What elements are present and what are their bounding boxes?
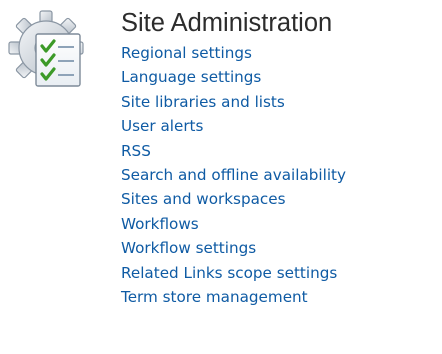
list-item: User alerts xyxy=(121,114,442,138)
language-settings-link[interactable]: Language settings xyxy=(121,68,261,86)
term-store-management-link[interactable]: Term store management xyxy=(121,288,308,306)
list-item: Term store management xyxy=(121,285,442,309)
section-title: Site Administration xyxy=(121,9,333,37)
site-administration-section: Site Administration Regional settings La… xyxy=(0,0,442,354)
rss-link[interactable]: RSS xyxy=(121,142,151,160)
admin-links-list: Regional settings Language settings Site… xyxy=(121,41,442,309)
search-and-offline-availability-link[interactable]: Search and offline availability xyxy=(121,166,346,184)
list-item: RSS xyxy=(121,139,442,163)
list-item: Workflow settings xyxy=(121,236,442,260)
list-item: Language settings xyxy=(121,65,442,89)
list-item: Workflows xyxy=(121,212,442,236)
user-alerts-link[interactable]: User alerts xyxy=(121,117,203,135)
related-links-scope-settings-link[interactable]: Related Links scope settings xyxy=(121,264,337,282)
list-item: Sites and workspaces xyxy=(121,187,442,211)
regional-settings-link[interactable]: Regional settings xyxy=(121,44,252,62)
gear-checklist-icon xyxy=(6,4,106,100)
list-item: Site libraries and lists xyxy=(121,90,442,114)
list-item: Search and offline availability xyxy=(121,163,442,187)
list-item: Related Links scope settings xyxy=(121,261,442,285)
sites-and-workspaces-link[interactable]: Sites and workspaces xyxy=(121,190,286,208)
section-content: Site Administration Regional settings La… xyxy=(121,7,442,309)
list-item: Regional settings xyxy=(121,41,442,65)
workflows-link[interactable]: Workflows xyxy=(121,215,199,233)
site-libraries-and-lists-link[interactable]: Site libraries and lists xyxy=(121,93,285,111)
workflow-settings-link[interactable]: Workflow settings xyxy=(121,239,256,257)
